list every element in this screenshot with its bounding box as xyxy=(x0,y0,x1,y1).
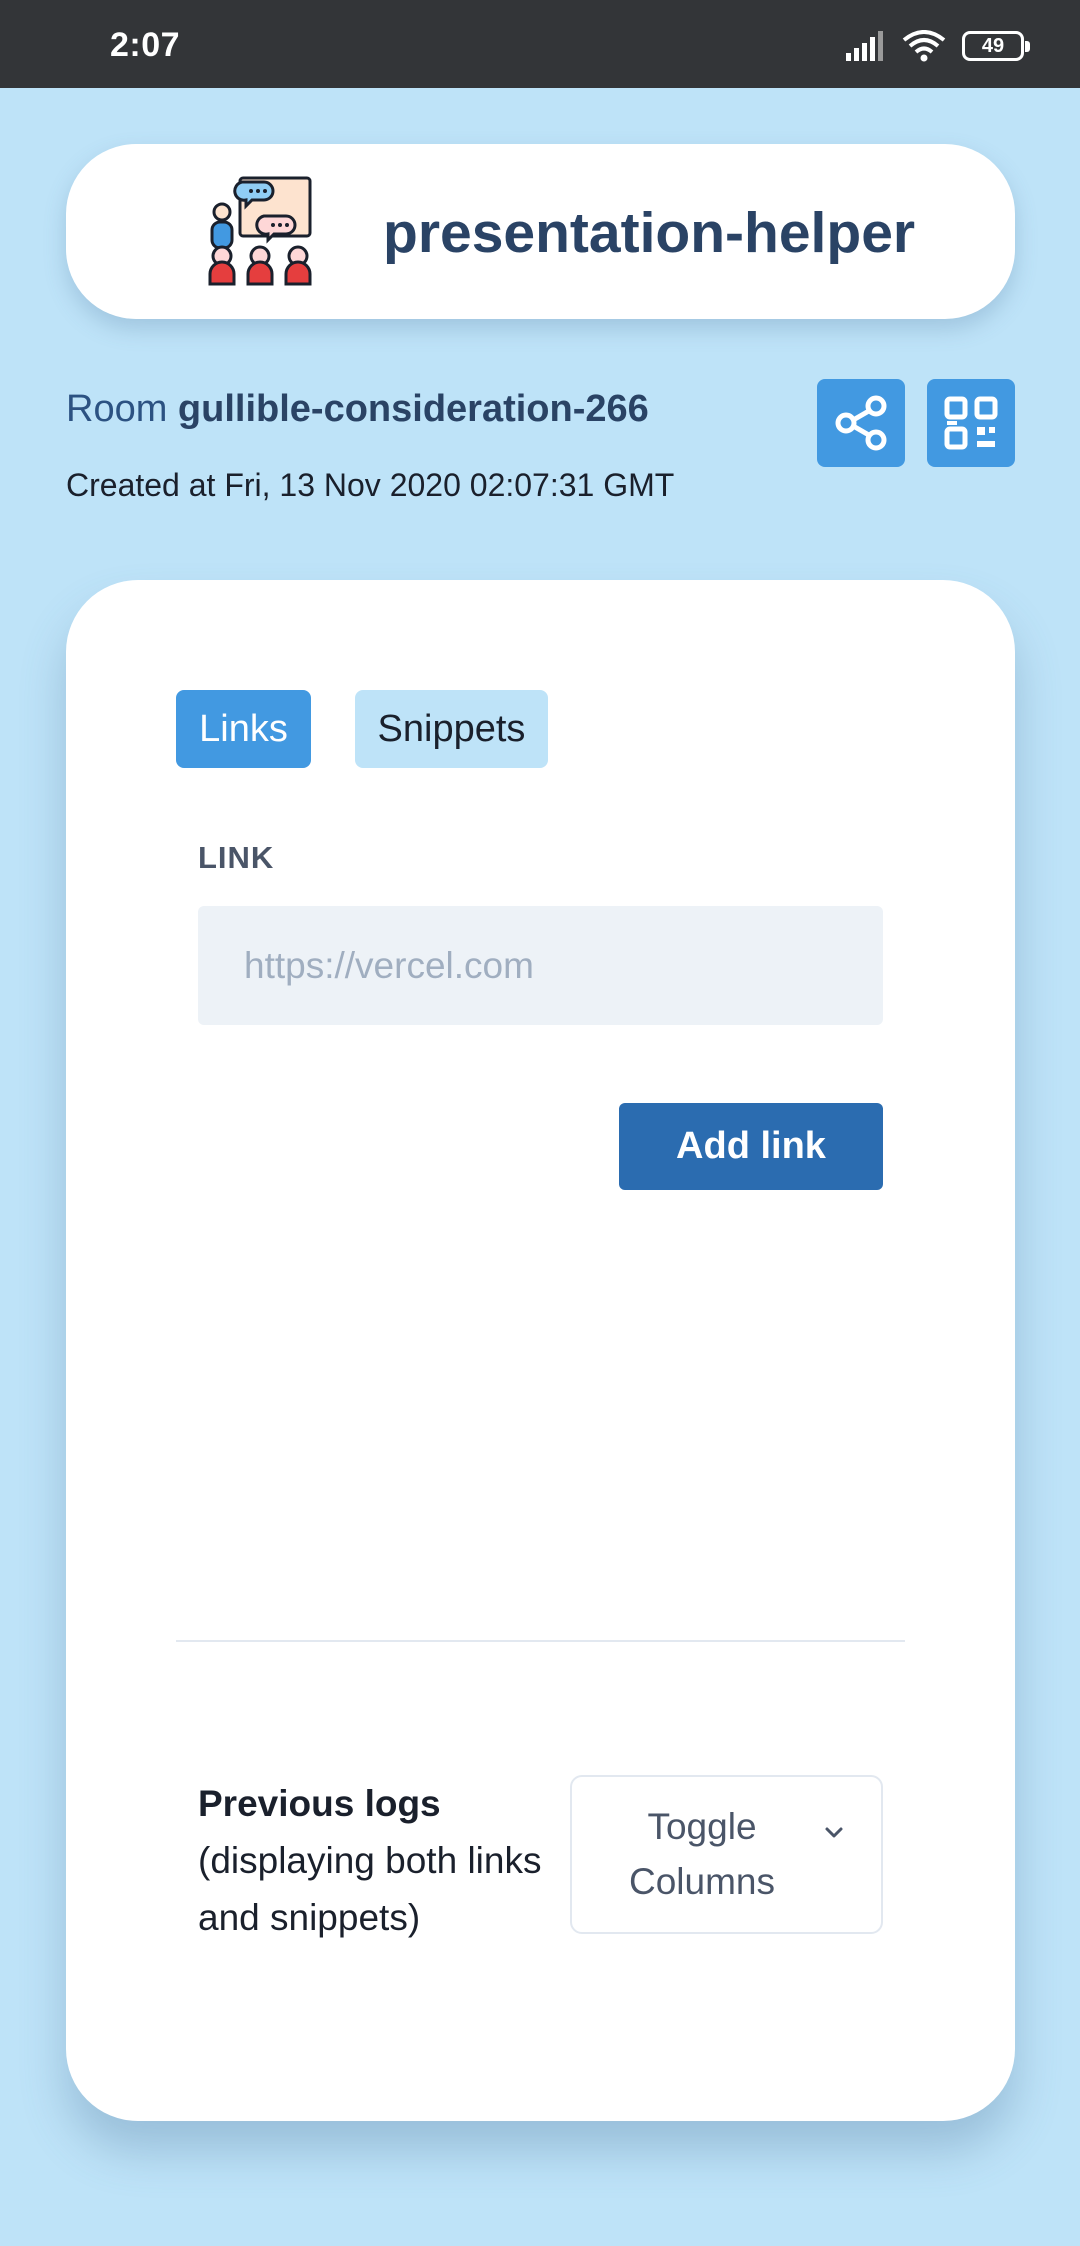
link-field-label: LINK xyxy=(198,840,275,875)
room-name: gullible-consideration-266 xyxy=(177,388,649,430)
status-time: 2:07 xyxy=(110,26,181,64)
chevron-down-icon xyxy=(825,1827,843,1838)
room-prefix: Room xyxy=(66,388,178,430)
divider xyxy=(176,1640,905,1642)
link-input[interactable] xyxy=(198,906,883,1025)
tab-links[interactable]: Links xyxy=(176,690,311,768)
room-info: Room gullible-consideration-266 xyxy=(66,388,649,431)
wifi-icon xyxy=(902,30,946,62)
qr-code-button[interactable] xyxy=(927,379,1015,467)
battery-icon: 49 xyxy=(962,31,1030,61)
tab-snippets[interactable]: Snippets xyxy=(355,690,548,768)
previous-logs-title: Previous logs xyxy=(198,1783,441,1824)
share-button[interactable] xyxy=(817,379,905,467)
signal-icon xyxy=(846,31,883,61)
toggle-columns-button[interactable]: Toggle Columns xyxy=(570,1775,883,1934)
status-bar: 2:07 49 xyxy=(0,0,1080,88)
app-header: presentation-helper xyxy=(66,144,1015,319)
qr-code-icon xyxy=(944,396,998,450)
main-card: Links Snippets LINK Add link Previous lo… xyxy=(66,580,1015,2121)
battery-level: 49 xyxy=(981,34,1005,57)
share-icon xyxy=(835,395,887,451)
previous-logs-heading: Previous logs (displaying both links and… xyxy=(198,1775,573,1946)
room-created-at: Created at Fri, 13 Nov 2020 02:07:31 GMT xyxy=(66,467,675,503)
toggle-columns-label: Toggle Columns xyxy=(629,1806,775,1902)
status-icons: 49 xyxy=(844,28,1030,64)
presentation-logo-icon xyxy=(208,176,312,286)
previous-logs-subtitle: (displaying both links and snippets) xyxy=(198,1840,542,1938)
app-title: presentation-helper xyxy=(383,201,916,265)
add-link-button[interactable]: Add link xyxy=(619,1103,883,1190)
